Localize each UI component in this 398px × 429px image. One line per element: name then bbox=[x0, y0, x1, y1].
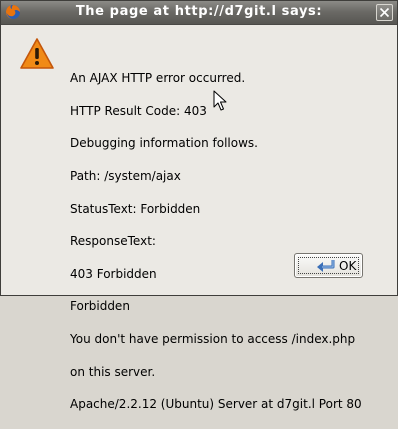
message-line: Path: /system/ajax bbox=[70, 169, 181, 184]
message-line: An AJAX HTTP error occurred. bbox=[70, 71, 246, 86]
message-line: Debugging information follows. bbox=[70, 136, 258, 151]
ok-label: OK bbox=[339, 259, 357, 273]
message-line: Forbidden bbox=[70, 299, 130, 314]
alert-dialog: The page at http://d7git.l says: An AJAX… bbox=[0, 0, 398, 411]
ok-button[interactable]: OK bbox=[294, 253, 363, 278]
close-button[interactable] bbox=[376, 4, 393, 21]
message-line: HTTP Result Code: 403 bbox=[70, 103, 207, 118]
dialog-title: The page at http://d7git.l says: bbox=[75, 4, 323, 19]
message-line: on this server. bbox=[70, 364, 156, 379]
title-bar[interactable]: The page at http://d7git.l says: bbox=[1, 1, 397, 25]
message-line: ResponseText: bbox=[70, 234, 156, 249]
message-line: Apache/2.2.12 (Ubuntu) Server at d7git.l… bbox=[70, 397, 362, 412]
message-line: StatusText: Forbidden bbox=[70, 201, 201, 216]
message-line: You don't have permission to access /ind… bbox=[70, 332, 356, 347]
ok-enter-icon bbox=[315, 258, 337, 274]
close-icon bbox=[379, 7, 390, 18]
warning-triangle-icon bbox=[19, 37, 55, 71]
error-message: An AJAX HTTP error occurred. HTTP Result… bbox=[70, 54, 395, 429]
mouse-cursor-icon bbox=[213, 90, 227, 112]
